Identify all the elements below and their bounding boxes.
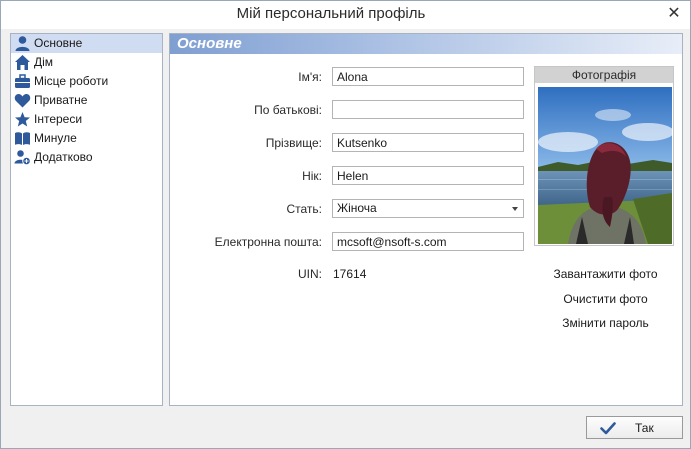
sidebar-item-interests[interactable]: Інтереси [11, 110, 162, 129]
profile-window: Мій персональний профіль ✕ Основне Дім М… [0, 0, 691, 449]
first-name-label: Ім'я: [298, 70, 322, 84]
ok-button-label: Так [635, 421, 654, 435]
nick-label: Нік: [302, 169, 322, 183]
profile-photo [538, 87, 672, 244]
book-icon [14, 130, 31, 147]
patronymic-field[interactable] [332, 100, 524, 119]
gender-label: Стать: [286, 202, 322, 216]
email-field[interactable] [332, 232, 524, 251]
first-name-field[interactable] [332, 67, 524, 86]
sidebar-item-label: Додатково [34, 150, 93, 164]
user-add-icon [14, 149, 31, 166]
close-icon[interactable]: ✕ [666, 6, 682, 22]
sidebar-item-past[interactable]: Минуле [11, 129, 162, 148]
last-name-field[interactable] [332, 133, 524, 152]
section-header: Основне [170, 34, 682, 54]
heart-icon [14, 92, 31, 109]
gender-select[interactable]: Жіноча [332, 199, 524, 218]
upload-photo-link[interactable]: Завантажити фото [534, 267, 677, 281]
sidebar-item-label: Основне [34, 36, 83, 50]
last-name-label: Прізвище: [265, 136, 322, 150]
sidebar-item-work[interactable]: Місце роботи [11, 72, 162, 91]
clear-photo-link[interactable]: Очистити фото [534, 292, 677, 306]
sidebar-item-label: Приватне [34, 93, 88, 107]
sidebar-item-additional[interactable]: Додатково [11, 148, 162, 167]
sidebar: Основне Дім Місце роботи Приватне Інтере… [10, 33, 163, 406]
uin-label: UIN: [298, 267, 322, 281]
photo-box: Фотографія [534, 66, 674, 246]
main-panel: Основне Ім'я: По батькові: Прізвище: Нік… [169, 33, 683, 406]
user-icon [14, 35, 31, 52]
sidebar-item-label: Інтереси [34, 112, 83, 126]
sidebar-item-label: Дім [34, 55, 54, 69]
title-bar: Мій персональний профіль ✕ [1, 1, 690, 29]
gender-value: Жіноча [337, 201, 377, 215]
sidebar-item-home[interactable]: Дім [11, 53, 162, 72]
nick-field[interactable] [332, 166, 524, 185]
uin-value: 17614 [333, 267, 367, 281]
sidebar-item-private[interactable]: Приватне [11, 91, 162, 110]
sidebar-item-main[interactable]: Основне [11, 34, 162, 53]
change-password-link[interactable]: Змінити пароль [534, 316, 677, 330]
sidebar-item-label: Місце роботи [34, 74, 109, 88]
photo-title: Фотографія [535, 67, 673, 83]
sidebar-item-label: Минуле [34, 131, 77, 145]
email-label: Електронна пошта: [214, 235, 322, 249]
checkmark-icon [600, 420, 616, 436]
chevron-down-icon [512, 207, 518, 211]
ok-button[interactable]: Так [586, 416, 683, 439]
patronymic-label: По батькові: [254, 103, 322, 117]
star-icon [14, 111, 31, 128]
window-title: Мій персональний профіль [236, 5, 426, 22]
home-icon [14, 54, 31, 71]
briefcase-icon [14, 73, 31, 90]
